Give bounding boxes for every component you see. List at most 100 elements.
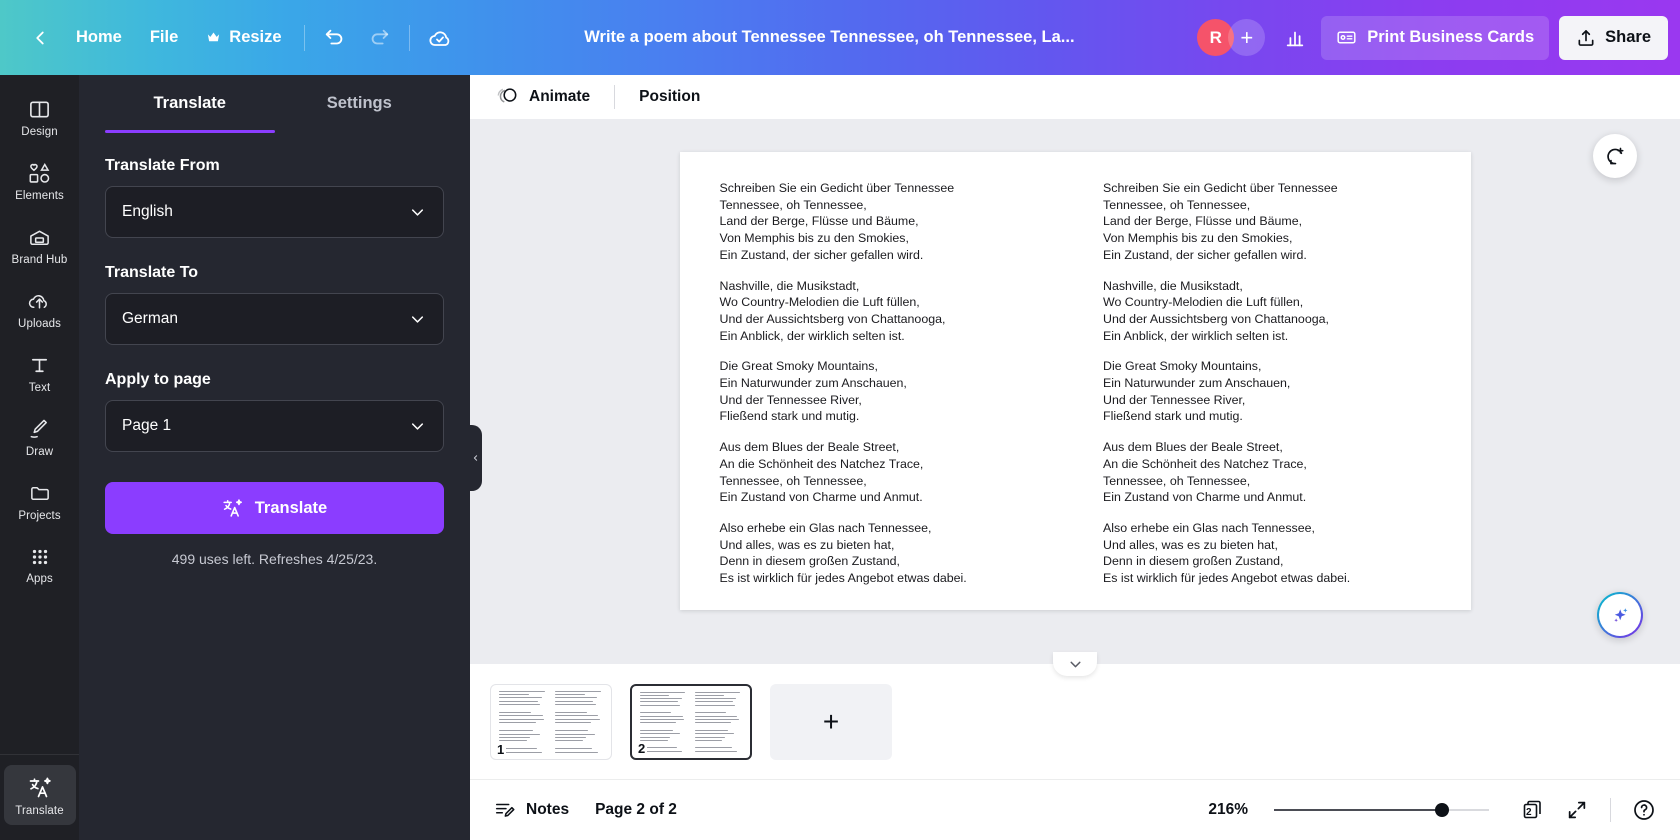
sidebar-label-elements: Elements — [15, 190, 64, 202]
saved-status-button[interactable] — [418, 16, 462, 60]
sidebar-label-translate: Translate — [15, 805, 64, 817]
tab-settings[interactable]: Settings — [275, 75, 445, 131]
animate-circles-icon — [497, 88, 517, 103]
grid-view-button[interactable]: 2 — [1513, 790, 1553, 830]
sidebar-item-elements[interactable]: Elements — [4, 151, 76, 210]
expand-arrows-icon — [1568, 801, 1586, 819]
poem-line: Tennessee, oh Tennessee, — [719, 197, 867, 212]
poem-line: Ein Naturwunder zum Anschauen, — [1103, 376, 1291, 391]
poem-line: Von Memphis bis zu den Smokies, — [1103, 231, 1293, 246]
poem-line: Land der Berge, Flüsse und Bäume, — [719, 214, 919, 229]
magic-assistant-button[interactable] — [1597, 592, 1643, 638]
add-comment-button[interactable] — [1593, 134, 1637, 178]
sidebar-item-translate[interactable]: Translate — [3, 765, 76, 825]
apply-to-page-select[interactable]: Page 1 — [105, 400, 444, 452]
chevron-down-icon — [411, 208, 424, 216]
poem-line: Es ist wirklich für jedes Angebot etwas … — [719, 571, 967, 586]
thumbnail-page-1[interactable]: 1 — [490, 683, 612, 760]
poem-line: Es ist wirklich für jedes Angebot etwas … — [1103, 571, 1351, 586]
file-menu-button[interactable]: File — [136, 16, 192, 60]
share-label: Share — [1605, 28, 1651, 46]
help-question-icon — [1634, 800, 1654, 820]
draw-pen-icon — [30, 419, 47, 438]
sidebar-item-design[interactable]: Design — [4, 87, 76, 146]
translate-button[interactable]: Translate — [105, 482, 444, 534]
poem-stanza: Aus dem Blues der Beale Street, An die Sc… — [720, 439, 1048, 506]
thumbnail-page-2[interactable]: 2 — [630, 683, 752, 760]
poem-line: Die Great Smoky Mountains, — [1103, 359, 1262, 374]
poem-stanza: Nashville, die Musikstadt, Wo Country-Mel… — [720, 278, 1048, 345]
poem-line: Ein Naturwunder zum Anschauen, — [719, 376, 907, 391]
poem-line: Tennessee, oh Tennessee, — [1103, 197, 1251, 212]
animate-button[interactable]: Animate — [484, 80, 603, 114]
poem-column-right[interactable]: Schreiben Sie ein Gedicht über Tennessee… — [1103, 180, 1431, 585]
notes-icon — [495, 803, 515, 817]
canvas-area[interactable]: Schreiben Sie ein Gedicht über Tennessee… — [470, 119, 1680, 676]
translate-to-select[interactable]: German — [105, 293, 444, 345]
thumbnail-number: 1 — [495, 741, 507, 757]
sidebar-item-uploads[interactable]: Uploads — [4, 279, 76, 338]
undo-button[interactable] — [313, 16, 357, 60]
tab-translate-label: Translate — [153, 93, 226, 112]
notes-button[interactable]: Notes — [482, 791, 581, 829]
poem-line: Und der Aussichtsberg von Chattanooga, — [719, 311, 946, 326]
print-label: Print Business Cards — [1367, 28, 1535, 46]
chevron-down-icon — [1069, 661, 1081, 667]
translate-from-select[interactable]: English — [105, 186, 444, 238]
poem-line: Schreiben Sie ein Gedicht über Tennessee — [719, 181, 955, 195]
sidebar-item-draw[interactable]: Draw — [4, 407, 76, 466]
add-collaborator-button[interactable]: + — [1228, 19, 1266, 56]
sidebar-label-projects: Projects — [18, 510, 61, 522]
poem-stanza: Schreiben Sie ein Gedicht über Tennessee… — [720, 180, 1048, 264]
share-button[interactable]: Share — [1559, 15, 1668, 60]
zoom-slider-knob[interactable] — [1434, 803, 1449, 817]
back-button[interactable] — [18, 16, 62, 60]
document-page[interactable]: Schreiben Sie ein Gedicht über Tennessee… — [679, 152, 1471, 676]
poem-line: Nashville, die Musikstadt, — [719, 278, 860, 293]
animate-label: Animate — [529, 87, 591, 105]
cloud-check-icon — [429, 30, 449, 46]
scroll-down-button[interactable] — [1053, 652, 1097, 676]
folder-icon — [30, 486, 49, 501]
position-button[interactable]: Position — [626, 80, 713, 114]
redo-icon — [371, 29, 388, 44]
elements-icon — [29, 162, 50, 183]
bottom-bar: Notes Page 2 of 2 216% 2 — [470, 779, 1680, 840]
magic-sparkle-icon — [1614, 608, 1628, 622]
top-toolbar: Home File Resize Write a poem about Tenn… — [0, 0, 1680, 75]
tab-settings-label: Settings — [326, 93, 392, 112]
apps-grid-icon — [32, 549, 47, 565]
redo-button[interactable] — [357, 16, 401, 60]
resize-label: Resize — [229, 28, 282, 46]
sidebar-item-apps[interactable]: Apps — [4, 535, 76, 593]
home-button[interactable]: Home — [62, 16, 136, 60]
help-button[interactable] — [1624, 790, 1664, 830]
poem-line: Und alles, was es zu bieten hat, — [719, 537, 895, 552]
poem-line: Und der Aussichtsberg von Chattanooga, — [1103, 311, 1329, 326]
print-business-cards-button[interactable]: Print Business Cards — [1321, 15, 1550, 60]
sidebar-item-brand-hub[interactable]: Brand Hub — [4, 215, 76, 274]
page-indicator: Page 2 of 2 — [595, 801, 677, 818]
add-page-button[interactable]: + — [770, 683, 892, 760]
poem-line: Schreiben Sie ein Gedicht über Tennessee — [1103, 181, 1338, 195]
design-title[interactable]: Write a poem about Tennessee Tennessee, … — [462, 28, 1198, 47]
sidebar-item-text[interactable]: Text — [4, 343, 76, 402]
usage-note: 499 uses left. Refreshes 4/25/23. — [171, 551, 378, 567]
chevron-down-icon — [411, 422, 424, 430]
tab-translate[interactable]: Translate — [105, 75, 275, 133]
poem-stanza: Die Great Smoky Mountains, Ein Naturwunde… — [1103, 358, 1431, 425]
design-icon — [30, 101, 49, 118]
poem-column-left[interactable]: Schreiben Sie ein Gedicht über Tennessee… — [719, 180, 1048, 585]
stats-button[interactable] — [1273, 16, 1317, 60]
apply-to-page-value: Page 1 — [122, 417, 172, 434]
resize-button[interactable]: Resize — [192, 16, 295, 60]
zoom-slider[interactable] — [1274, 800, 1489, 820]
sidebar-label-draw: Draw — [25, 446, 54, 458]
fullscreen-button[interactable] — [1557, 790, 1597, 830]
poem-line: Wo Country-Melodien die Luft füllen, — [1103, 295, 1304, 310]
sidebar-item-projects[interactable]: Projects — [4, 471, 76, 530]
poem-line: Und der Tennessee River, — [719, 392, 862, 407]
panel-collapse-handle[interactable] — [469, 424, 482, 491]
poem-line: Also erhebe ein Glas nach Tennessee, — [1103, 520, 1315, 535]
translate-to-label: Translate To — [105, 264, 199, 281]
